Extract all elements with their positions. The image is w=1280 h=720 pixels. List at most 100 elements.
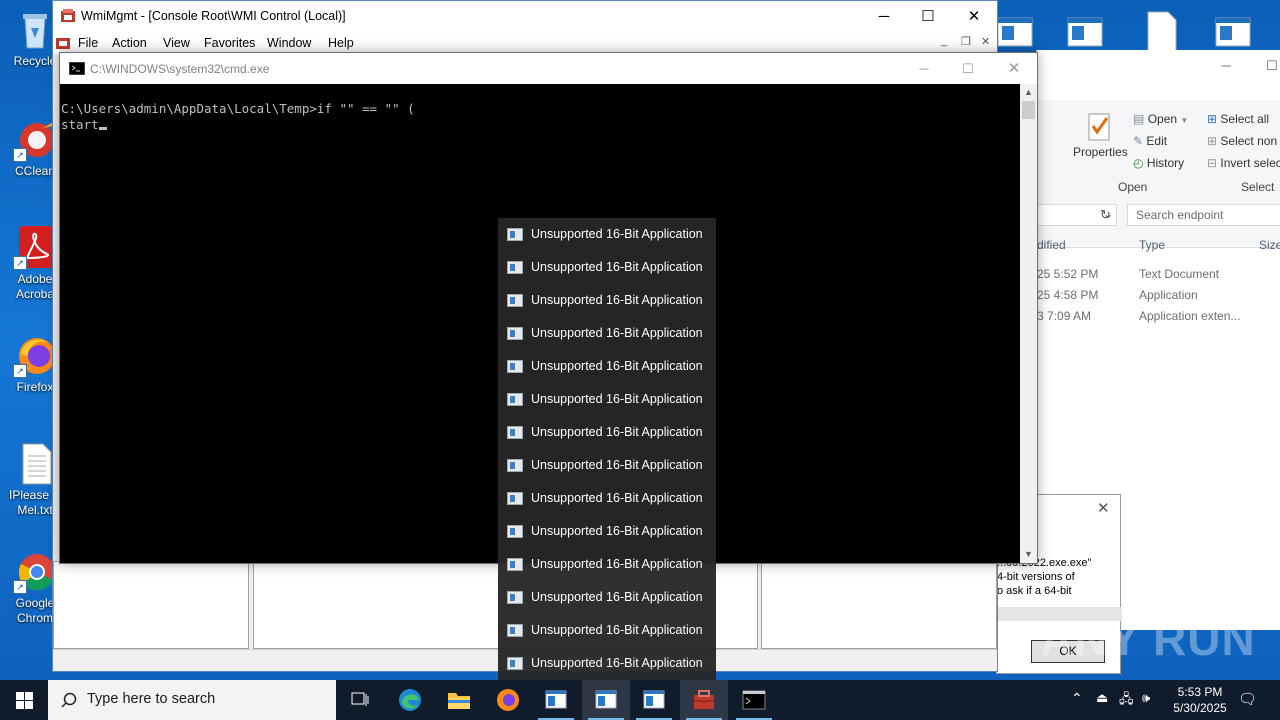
window-list-item[interactable]: Unsupported 16-Bit Application bbox=[498, 251, 716, 284]
maximize-button[interactable]: ☐ bbox=[905, 1, 951, 32]
edit-button[interactable]: ✎ Edit bbox=[1133, 134, 1167, 148]
search-placeholder: Type here to search bbox=[87, 691, 216, 707]
window-list-item[interactable]: Unsupported 16-Bit Application bbox=[498, 383, 716, 416]
menu-view[interactable]: View bbox=[163, 36, 190, 50]
network-icon[interactable]: 🖧 bbox=[1119, 690, 1134, 712]
scroll-thumb[interactable] bbox=[1022, 101, 1035, 119]
vertical-scrollbar[interactable]: ▲ ▼ bbox=[1020, 84, 1037, 563]
mdi-restore-button[interactable]: ❐ bbox=[961, 35, 971, 48]
scroll-up-arrow-icon[interactable]: ▲ bbox=[1020, 84, 1037, 101]
close-icon[interactable]: ✕ bbox=[1097, 499, 1110, 517]
task-view-button[interactable] bbox=[336, 680, 384, 720]
tree-pane[interactable] bbox=[53, 561, 249, 649]
file-date: 25 5:52 PM bbox=[1037, 267, 1099, 281]
taskbar-file-explorer[interactable] bbox=[434, 680, 482, 720]
scroll-down-arrow-icon[interactable]: ▼ bbox=[1020, 546, 1037, 563]
window-list-label: Unsupported 16-Bit Application bbox=[531, 524, 703, 538]
select-all-button[interactable]: ⊞ Select all bbox=[1207, 112, 1269, 126]
blank-file-icon[interactable] bbox=[1142, 10, 1182, 53]
clock[interactable]: 5:53 PM 5/30/2025 bbox=[1160, 684, 1240, 716]
google-chrome-icon: ↗ bbox=[13, 550, 57, 594]
open-label: Open bbox=[1147, 112, 1178, 126]
taskbar-app-window-selected[interactable] bbox=[582, 680, 630, 720]
maximize-button[interactable]: ☐ bbox=[1255, 50, 1280, 81]
window-list-label: Unsupported 16-Bit Application bbox=[531, 260, 703, 274]
shortcut-arrow-icon: ↗ bbox=[13, 148, 27, 162]
title-bar[interactable]: WmiMgmt - [Console Root\WMI Control (Loc… bbox=[53, 1, 997, 32]
shortcut-arrow-icon: ↗ bbox=[13, 256, 27, 270]
taskbar-app-window[interactable] bbox=[532, 680, 580, 720]
minimize-button[interactable]: ─ bbox=[861, 1, 907, 32]
toolbox-icon bbox=[694, 690, 714, 709]
window-list-item[interactable]: Unsupported 16-Bit Application bbox=[498, 614, 716, 647]
document-window-icon[interactable] bbox=[996, 10, 1036, 52]
maximize-button[interactable]: ☐ bbox=[945, 53, 991, 84]
properties-label: Properties bbox=[1073, 145, 1128, 159]
window-list-item[interactable]: Unsupported 16-Bit Application bbox=[498, 317, 716, 350]
action-pane[interactable] bbox=[761, 561, 997, 649]
mdi-close-button[interactable]: ✕ bbox=[981, 35, 990, 48]
window-icon bbox=[507, 261, 523, 274]
window-list-item[interactable]: Unsupported 16-Bit Application bbox=[498, 449, 716, 482]
window-list-item[interactable]: Unsupported 16-Bit Application bbox=[498, 515, 716, 548]
text-file-icon bbox=[13, 442, 57, 486]
file-date: 3 7:09 AM bbox=[1037, 309, 1092, 323]
title-bar[interactable]: C:\WINDOWS\system32\cmd.exe ─ ☐ ✕ bbox=[60, 53, 1037, 84]
window-icon bbox=[507, 426, 523, 439]
volume-icon[interactable]: 🕪 bbox=[1142, 690, 1150, 706]
menu-file[interactable]: File bbox=[78, 36, 98, 50]
window-list-item[interactable]: Unsupported 16-Bit Application bbox=[498, 218, 716, 251]
open-button[interactable]: ▤ Open ▼ bbox=[1133, 112, 1188, 126]
firefox-icon: ↗ bbox=[13, 334, 57, 378]
properties-icon bbox=[1088, 113, 1110, 141]
window-list-item[interactable]: Unsupported 16-Bit Application bbox=[498, 482, 716, 515]
history-button[interactable]: ◴ History bbox=[1133, 156, 1184, 170]
window-list-item[interactable]: Unsupported 16-Bit Application bbox=[498, 350, 716, 383]
invert-selection-button[interactable]: ⊟ Invert selec bbox=[1207, 156, 1280, 170]
minimize-button[interactable]: ─ bbox=[1209, 50, 1243, 81]
show-hidden-icons-button[interactable]: ⌃ bbox=[1071, 690, 1083, 707]
edit-label: Edit bbox=[1146, 134, 1168, 148]
taskbar-cmd[interactable] bbox=[730, 680, 778, 720]
refresh-icon[interactable]: ↻ bbox=[1100, 207, 1111, 223]
document-window-icon[interactable] bbox=[1214, 10, 1254, 52]
column-type[interactable]: Type bbox=[1139, 238, 1165, 252]
window-list-label: Unsupported 16-Bit Application bbox=[531, 293, 703, 307]
notifications-icon[interactable]: 🗨 bbox=[1238, 690, 1257, 708]
window-list-item[interactable]: Unsupported 16-Bit Application bbox=[498, 416, 716, 449]
taskbar-mmc[interactable] bbox=[680, 680, 728, 720]
menu-action[interactable]: Action bbox=[112, 36, 147, 50]
taskbar-app-window[interactable] bbox=[630, 680, 678, 720]
menu-bar: File Action View Favorites Window Help _… bbox=[53, 32, 997, 54]
close-button[interactable]: ✕ bbox=[991, 53, 1037, 84]
document-window-icon[interactable] bbox=[1066, 10, 1106, 52]
usb-icon[interactable]: ⏏ bbox=[1096, 690, 1108, 706]
clock-date: 5/30/2025 bbox=[1173, 701, 1227, 715]
column-size[interactable]: Size bbox=[1259, 238, 1280, 252]
window-list-item[interactable]: Unsupported 16-Bit Application bbox=[498, 581, 716, 614]
taskbar-search-box[interactable]: Type here to search bbox=[48, 680, 336, 720]
file-type: Application bbox=[1139, 288, 1198, 302]
window-list-item[interactable]: Unsupported 16-Bit Application bbox=[498, 284, 716, 317]
recycle-bin-icon bbox=[13, 8, 57, 52]
window-title: C:\WINDOWS\system32\cmd.exe bbox=[90, 62, 270, 76]
close-button[interactable]: ✕ bbox=[951, 1, 997, 32]
properties-button[interactable]: Properties bbox=[1073, 112, 1128, 159]
menu-window[interactable]: Window bbox=[267, 36, 311, 50]
menu-help[interactable]: Help bbox=[328, 36, 354, 50]
start-button[interactable] bbox=[0, 680, 48, 720]
column-date-modified[interactable]: dified bbox=[1037, 238, 1066, 252]
window-list-item[interactable]: Unsupported 16-Bit Application bbox=[498, 647, 716, 680]
select-none-button[interactable]: ⊞ Select non bbox=[1207, 134, 1277, 148]
shortcut-arrow-icon: ↗ bbox=[13, 580, 27, 594]
search-input[interactable]: Search endpoint bbox=[1127, 204, 1280, 226]
minimize-button[interactable]: ─ bbox=[901, 53, 947, 84]
taskbar-firefox[interactable] bbox=[484, 680, 532, 720]
window-list-item[interactable]: Unsupported 16-Bit Application bbox=[498, 548, 716, 581]
menu-favorites[interactable]: Favorites bbox=[204, 36, 255, 50]
window-list-label: Unsupported 16-Bit Application bbox=[531, 623, 703, 637]
taskbar-edge[interactable] bbox=[386, 680, 434, 720]
mdi-minimize-button[interactable]: _ bbox=[941, 35, 947, 47]
application-window-icon bbox=[545, 690, 567, 709]
window-list-label: Unsupported 16-Bit Application bbox=[531, 227, 703, 241]
